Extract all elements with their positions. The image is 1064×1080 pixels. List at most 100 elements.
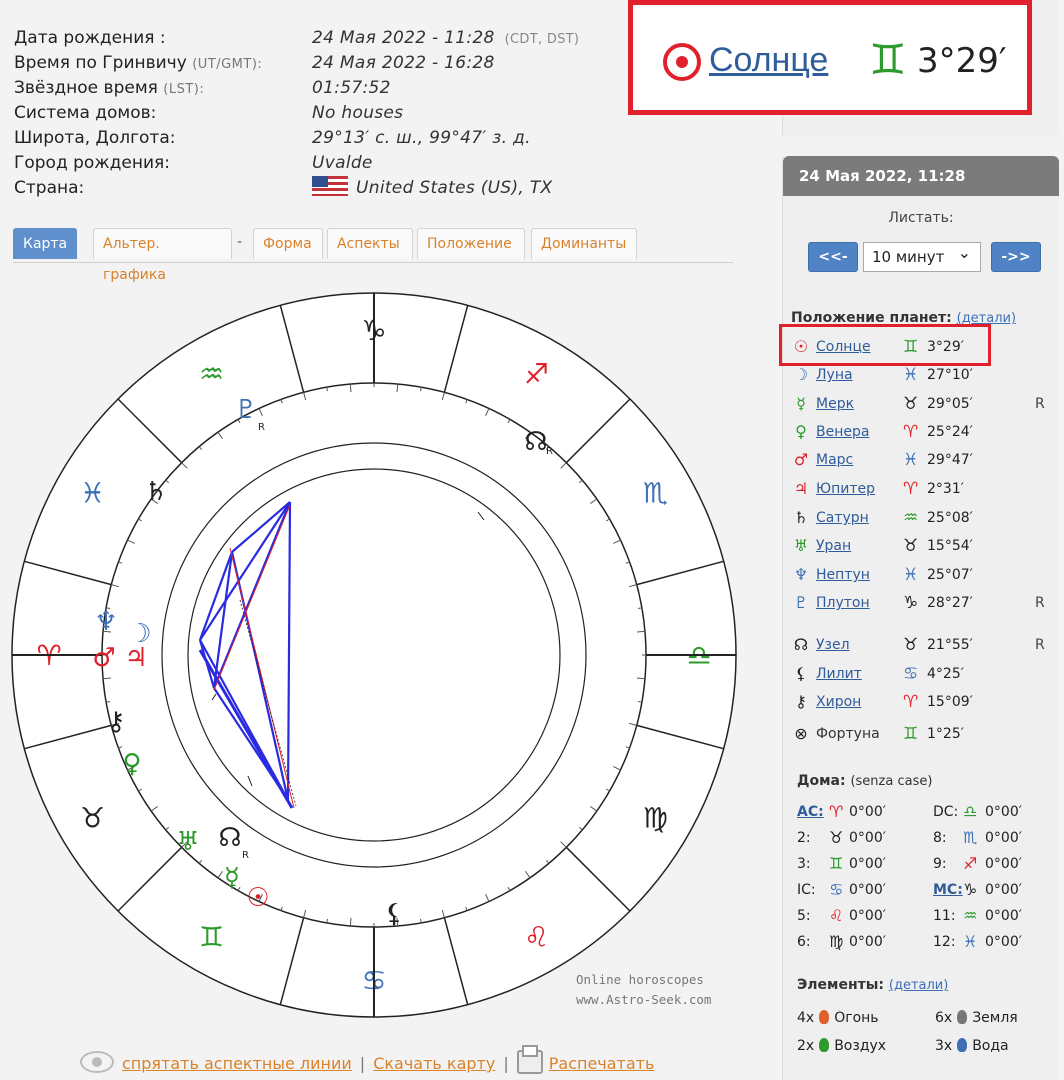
elements-details-link[interactable]: (детали) <box>889 978 948 993</box>
download-chart-link[interactable]: Скачать карту <box>373 1054 495 1073</box>
zoom-planet-name[interactable]: Солнце <box>709 41 828 80</box>
info-label: Дата рождения : <box>14 28 166 48</box>
planet-name[interactable]: Узел <box>816 632 850 658</box>
tab-5[interactable]: Положение <box>417 228 525 259</box>
planet-name[interactable]: Венера <box>816 419 869 445</box>
planet-glyph-icon: ♀ <box>795 422 807 441</box>
planet-degree: 29°47′ <box>927 452 973 468</box>
planet-glyph-icon: ⚷ <box>106 707 125 737</box>
house-label: 2: <box>797 830 811 846</box>
prev-step-button[interactable]: <<- <box>808 242 858 272</box>
info-value: Uvalde <box>312 153 373 173</box>
planet-glyph-icon: ♂ <box>793 450 809 469</box>
zodiac-glyph-icon: ♍ <box>643 802 668 835</box>
house-label: 5: <box>797 908 811 924</box>
degree-tick <box>420 918 422 923</box>
planet-row: ⊗ Фортуна ♊ 1°25′ <box>791 721 1051 747</box>
house-sign-icon: ♌ <box>829 906 844 925</box>
tab-6[interactable]: Доминанты <box>531 228 637 259</box>
house-sign-icon: ♊ <box>829 854 844 873</box>
degree-tick <box>636 630 646 633</box>
retrograde-mark: R <box>258 422 265 433</box>
element-row: 6x Земля <box>935 1005 1018 1031</box>
hide-aspect-lines-link[interactable]: спрятать аспектные линии <box>122 1054 352 1073</box>
planet-glyph-icon: ♇ <box>793 593 809 612</box>
house-row: DC: ♎ 0°00′ <box>933 800 1058 824</box>
eye-icon <box>80 1051 114 1073</box>
planet-row: ⚸ Лилит ♋ 4°25′ <box>791 661 1051 687</box>
element-icon <box>957 1038 968 1052</box>
degree-tick <box>637 607 642 609</box>
sun-icon <box>663 43 701 81</box>
zodiac-glyph-icon: ♌ <box>524 920 549 953</box>
info-value: No houses <box>312 103 404 123</box>
info-label: Город рождения: <box>14 153 170 173</box>
step-select[interactable]: 10 минут <box>863 239 981 272</box>
degree-tick <box>326 387 328 392</box>
planet-glyph-icon: ⚷ <box>795 692 807 711</box>
planet-name[interactable]: Уран <box>816 533 851 559</box>
zodiac-glyph-icon: ♉ <box>80 802 105 835</box>
planet-degree: 4°25′ <box>927 666 964 682</box>
sign-glyph-icon: ♒ <box>903 508 919 528</box>
planet-name[interactable]: Сатурн <box>816 505 869 531</box>
planet-glyph-icon: ♅ <box>176 827 199 857</box>
sign-glyph-icon: ♓ <box>903 565 919 585</box>
house-row: 8: ♏ 0°00′ <box>933 826 1058 850</box>
degree-tick <box>349 383 352 393</box>
planet-name[interactable]: Хирон <box>816 689 861 715</box>
house-label: 12: <box>933 934 956 950</box>
house-sign-icon: ♑ <box>963 880 978 899</box>
house-label: 9: <box>933 856 947 872</box>
house-row: AC: ♈ 0°00′ <box>797 800 922 824</box>
planet-glyph-icon: ☊ <box>793 635 809 654</box>
us-flag-icon <box>312 176 348 196</box>
element-count: 6x <box>935 1010 953 1026</box>
degree-tick <box>349 917 352 927</box>
degree-tick <box>326 918 328 923</box>
info-value: 29°13′ с. ш., 99°47′ з. д. <box>312 128 531 148</box>
tab-4[interactable]: Аспекты <box>327 228 413 259</box>
tab-0[interactable]: Карта <box>13 228 77 259</box>
planet-glyph-icon: ♂ <box>92 643 115 673</box>
planet-name[interactable]: Плутон <box>816 590 870 616</box>
retrograde-mark: R <box>1035 595 1045 611</box>
print-link[interactable]: Распечатать <box>549 1054 655 1073</box>
brand-text: Online horoscopes www.Astro-Seek.com <box>576 970 711 1010</box>
house-label[interactable]: MC: <box>933 878 963 902</box>
house-degree: 0°00′ <box>849 804 886 820</box>
planet-name[interactable]: Юпитер <box>816 476 875 502</box>
planet-name[interactable]: Лилит <box>816 661 862 687</box>
house-degree: 0°00′ <box>985 856 1022 872</box>
house-degree: 0°00′ <box>985 908 1022 924</box>
house-degree: 0°00′ <box>985 882 1022 898</box>
house-sign-icon: ♎ <box>963 802 978 821</box>
planet-name[interactable]: Марс <box>816 447 853 473</box>
planet-degree: 29°05′ <box>927 396 973 412</box>
degree-tick <box>396 383 399 393</box>
planet-name[interactable]: Нептун <box>816 562 870 588</box>
planet-degree: 15°54′ <box>927 538 973 554</box>
tab-3[interactable]: Форма <box>253 228 323 259</box>
sun-highlight-box <box>779 324 991 366</box>
house-label[interactable]: AC: <box>797 800 824 824</box>
element-row: 3x Вода <box>935 1033 1009 1059</box>
planet-glyph-icon: ♄ <box>144 477 167 507</box>
zodiac-glyph-icon: ♓ <box>80 477 105 510</box>
element-name: Земля <box>972 1010 1018 1026</box>
house-label: 11: <box>933 908 956 924</box>
house-label: 3: <box>797 856 811 872</box>
separator: | <box>503 1054 509 1073</box>
planet-row: ☊ Узел ♉ 21°55′ R <box>791 632 1051 658</box>
scroll-label: Листать: <box>888 210 954 226</box>
sign-glyph-icon: ♉ <box>903 394 919 414</box>
next-step-button[interactable]: ->> <box>991 242 1041 272</box>
tab-1[interactable]: Альтер. графика <box>93 228 232 283</box>
degree-tick <box>102 677 112 680</box>
elements-title: Элементы: (детали) <box>797 977 949 993</box>
retrograde-mark: R <box>1035 637 1045 653</box>
element-count: 4x <box>797 1010 815 1026</box>
planet-name[interactable]: Мерк <box>816 391 854 417</box>
house-sign-icon: ♒ <box>963 906 978 925</box>
planet-glyph-icon: ♄ <box>793 508 809 527</box>
